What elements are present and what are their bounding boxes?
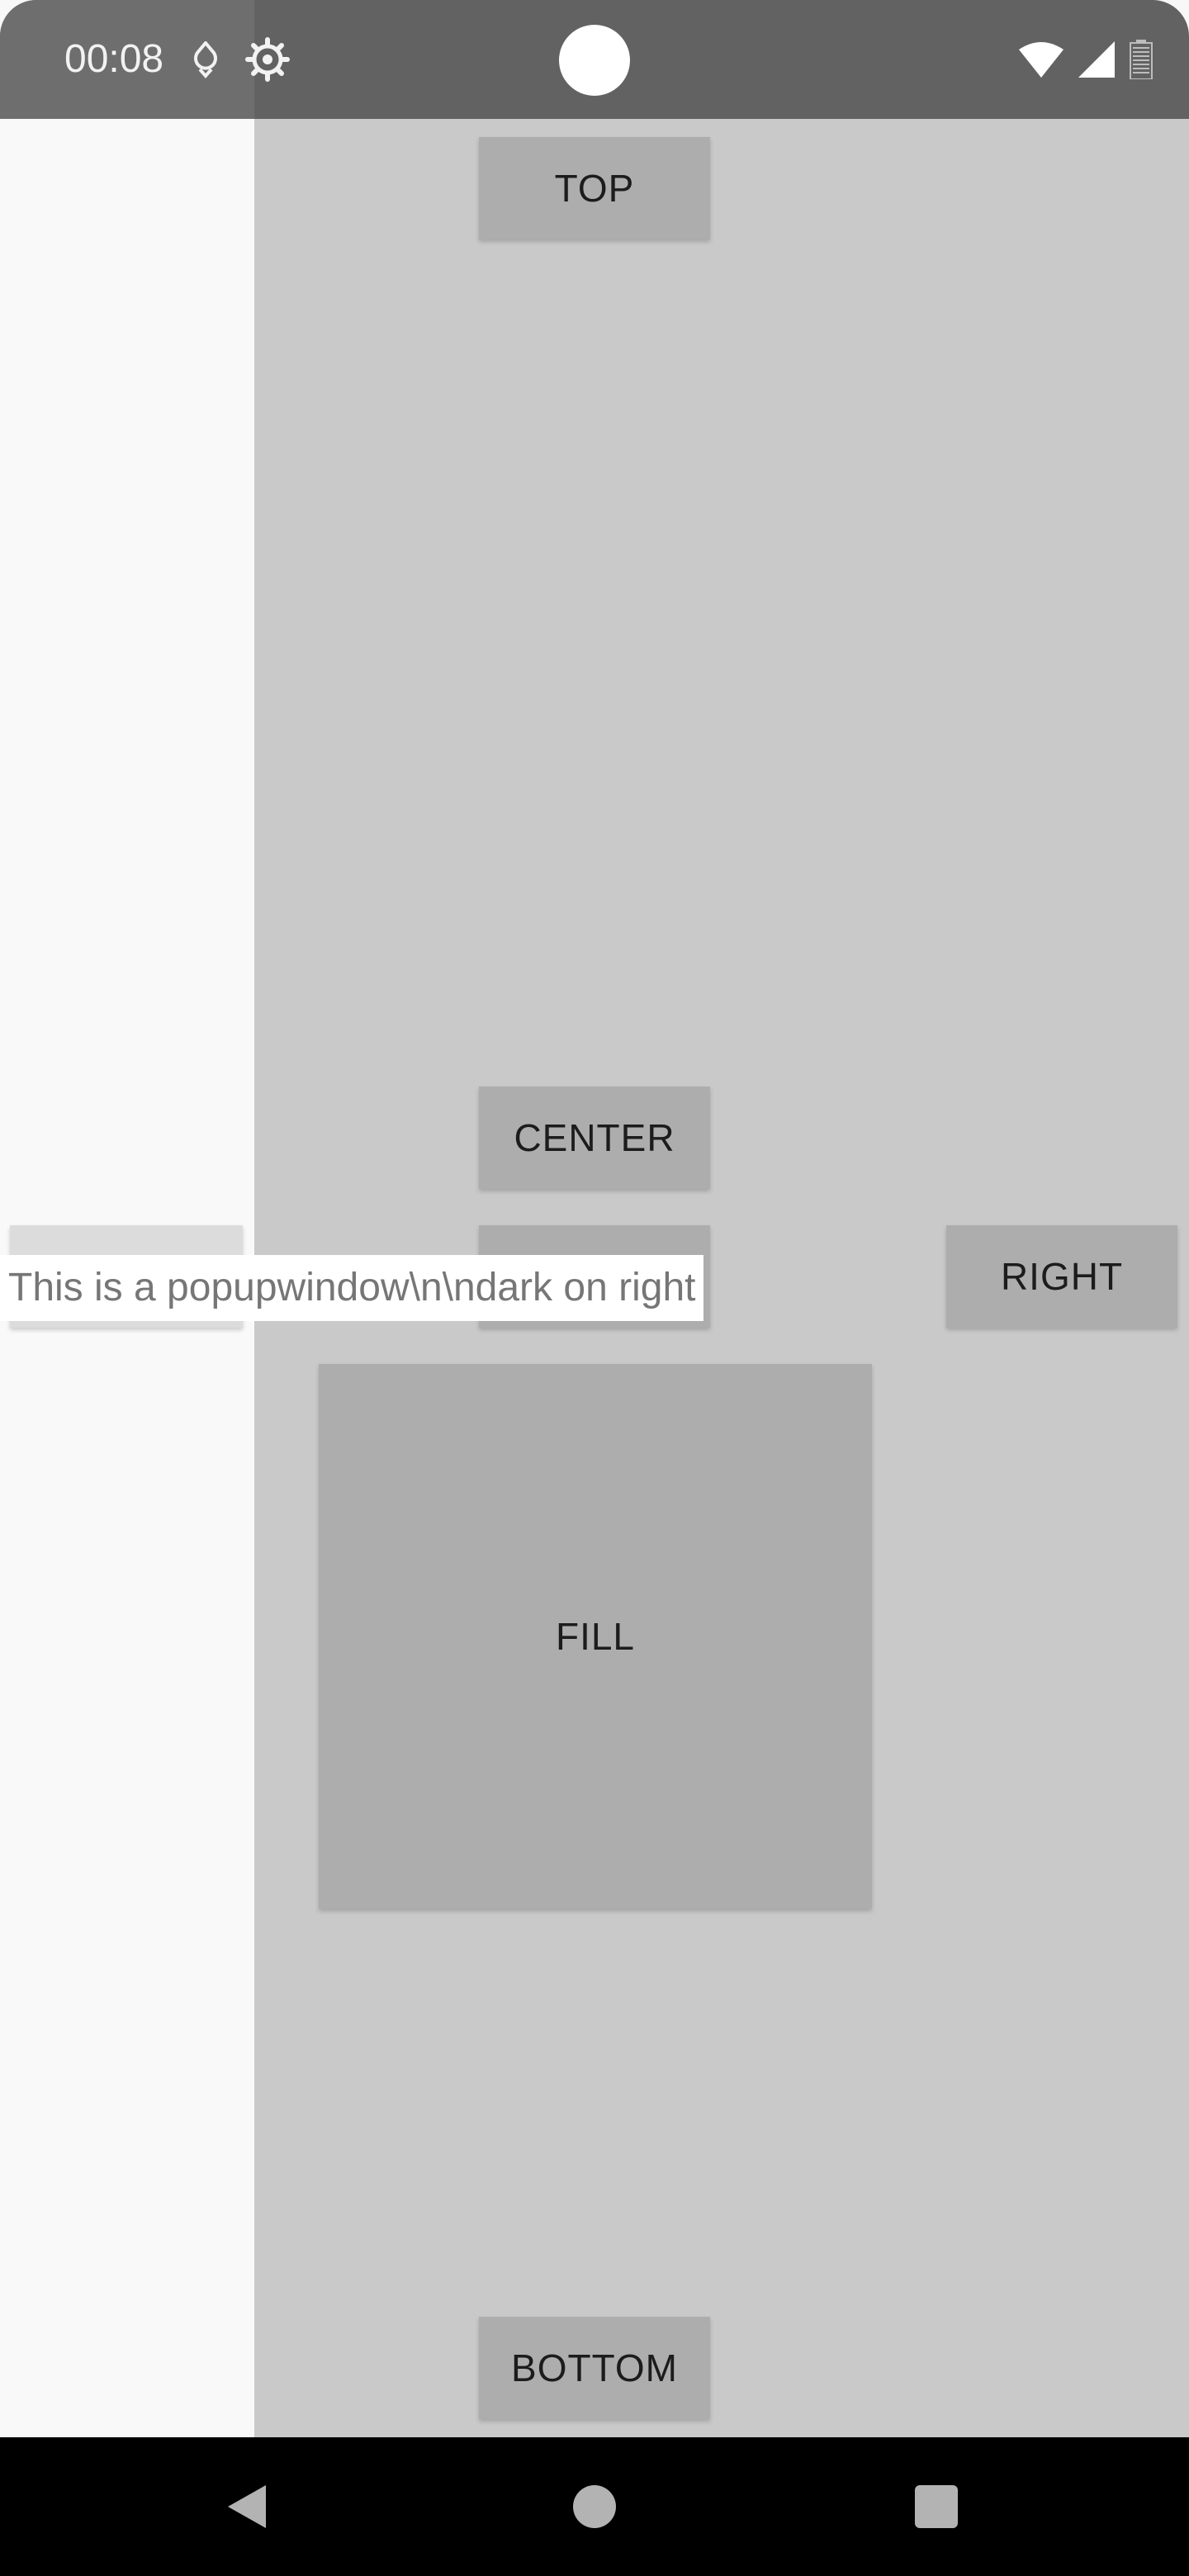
bottom-button[interactable]: BOTTOM bbox=[479, 2317, 710, 2419]
recents-icon[interactable] bbox=[915, 2485, 958, 2528]
fill-button[interactable]: FILL bbox=[319, 1364, 872, 1909]
top-button[interactable]: TOP bbox=[479, 137, 710, 239]
wifi-icon bbox=[1019, 42, 1063, 78]
battery-icon bbox=[1130, 40, 1153, 79]
status-time: 00:08 bbox=[64, 37, 164, 81]
center-button[interactable]: CENTER bbox=[479, 1087, 710, 1189]
right-button[interactable]: RIGHT bbox=[946, 1225, 1177, 1328]
cell-signal-icon bbox=[1078, 41, 1115, 78]
camera-cutout bbox=[559, 25, 630, 96]
settings-gear-icon bbox=[245, 37, 290, 82]
status-bar: 00:08 bbox=[0, 0, 1189, 119]
status-icons-right bbox=[1019, 38, 1153, 81]
back-icon[interactable] bbox=[225, 2484, 271, 2530]
notification-drop-icon bbox=[194, 41, 217, 79]
navigation-bar bbox=[0, 2437, 1189, 2576]
popup-window-text: This is a popupwindow\n\ndark on right bbox=[0, 1255, 704, 1321]
home-icon[interactable] bbox=[573, 2485, 616, 2528]
